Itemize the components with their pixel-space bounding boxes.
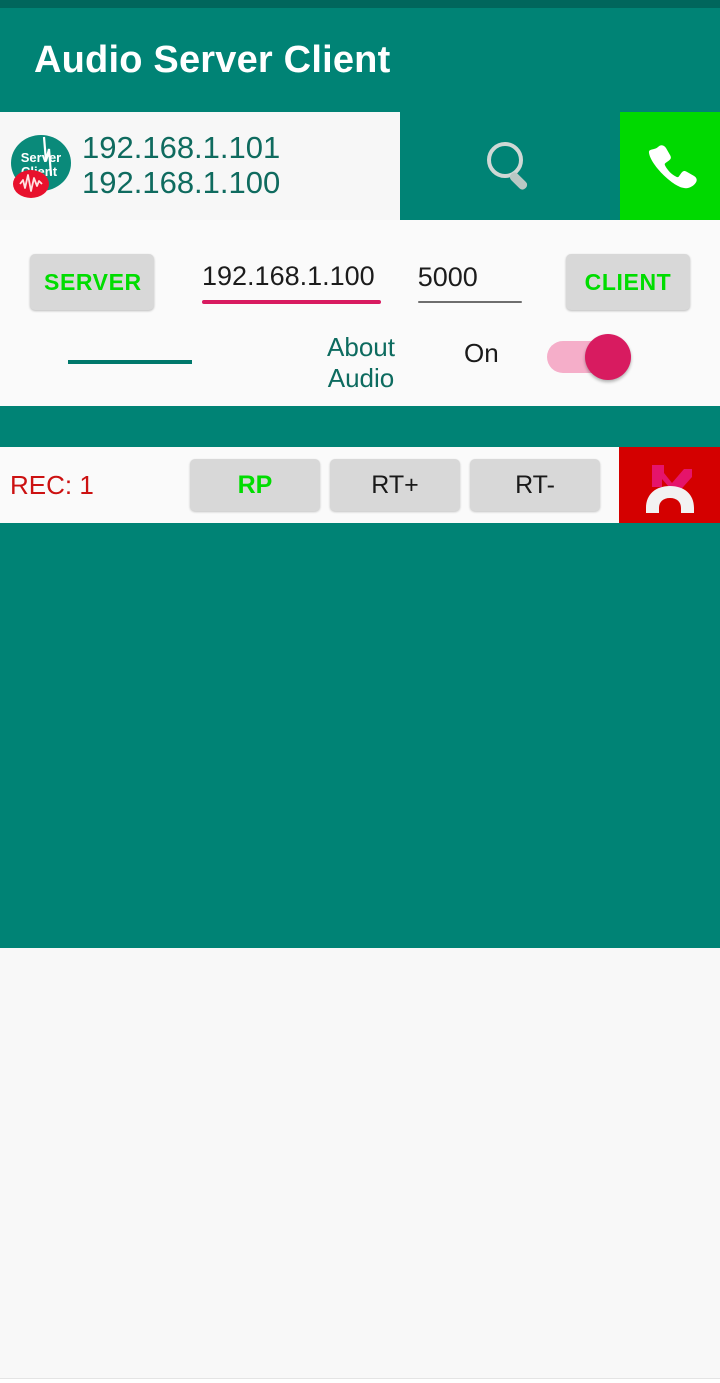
divider-band [0, 406, 720, 447]
toggle-label: On [464, 338, 499, 368]
codec-spinner[interactable] [68, 360, 238, 364]
search-zone [400, 112, 620, 220]
about-audio-link[interactable]: About Audio [306, 332, 416, 393]
page-title: Audio Server Client [34, 39, 391, 81]
ip-input-underline [202, 299, 381, 304]
ip-panel[interactable]: Server Client 192.168.1.101 192.168.1.10… [0, 112, 400, 220]
end-call-button[interactable] [619, 447, 720, 523]
server-client-logo-icon: Server Client [10, 131, 72, 201]
ip-address-remote: 192.168.1.100 [82, 165, 281, 200]
ip-address-local: 192.168.1.101 [82, 130, 281, 166]
server-button[interactable]: SERVER [30, 254, 154, 310]
port-input-value: 5000 [417, 261, 478, 292]
rt-decrease-button[interactable]: RT- [470, 459, 600, 511]
svg-text:Server: Server [21, 150, 61, 165]
port-input-field[interactable]: 5000 [417, 261, 522, 303]
options-row: About Audio On [0, 320, 720, 406]
client-button[interactable]: CLIENT [566, 254, 690, 310]
status-bar [0, 0, 720, 8]
rec-counter-label: REC: 1 [10, 469, 94, 500]
control-panel: SERVER 192.168.1.100 5000 CLIENT About A… [0, 220, 720, 406]
app-bar: Audio Server Client [0, 8, 720, 112]
search-icon[interactable] [479, 135, 541, 197]
connection-bar: Server Client 192.168.1.101 192.168.1.10… [0, 112, 720, 220]
toggle-thumb [584, 334, 631, 380]
call-button[interactable] [620, 112, 720, 220]
ip-input-value: 192.168.1.100 [202, 260, 375, 291]
connection-controls-row: SERVER 192.168.1.100 5000 CLIENT [0, 220, 720, 320]
footer-area [0, 948, 720, 1379]
ip-address-list: 192.168.1.101 192.168.1.100 [82, 131, 280, 200]
main-content-canvas [0, 523, 720, 948]
rp-button[interactable]: RP [190, 459, 320, 511]
end-call-icon [645, 465, 694, 513]
audio-toggle-switch[interactable] [546, 332, 635, 380]
port-input-underline [417, 300, 522, 303]
phone-icon [648, 145, 697, 189]
ip-input-field[interactable]: 192.168.1.100 [202, 261, 381, 304]
recorder-bar: REC: 1 RP RT+ RT- [0, 447, 720, 523]
codec-spinner-underline [68, 360, 192, 364]
recorder-button-group: RP RT+ RT- [190, 459, 600, 511]
rt-increase-button[interactable]: RT+ [330, 459, 460, 511]
